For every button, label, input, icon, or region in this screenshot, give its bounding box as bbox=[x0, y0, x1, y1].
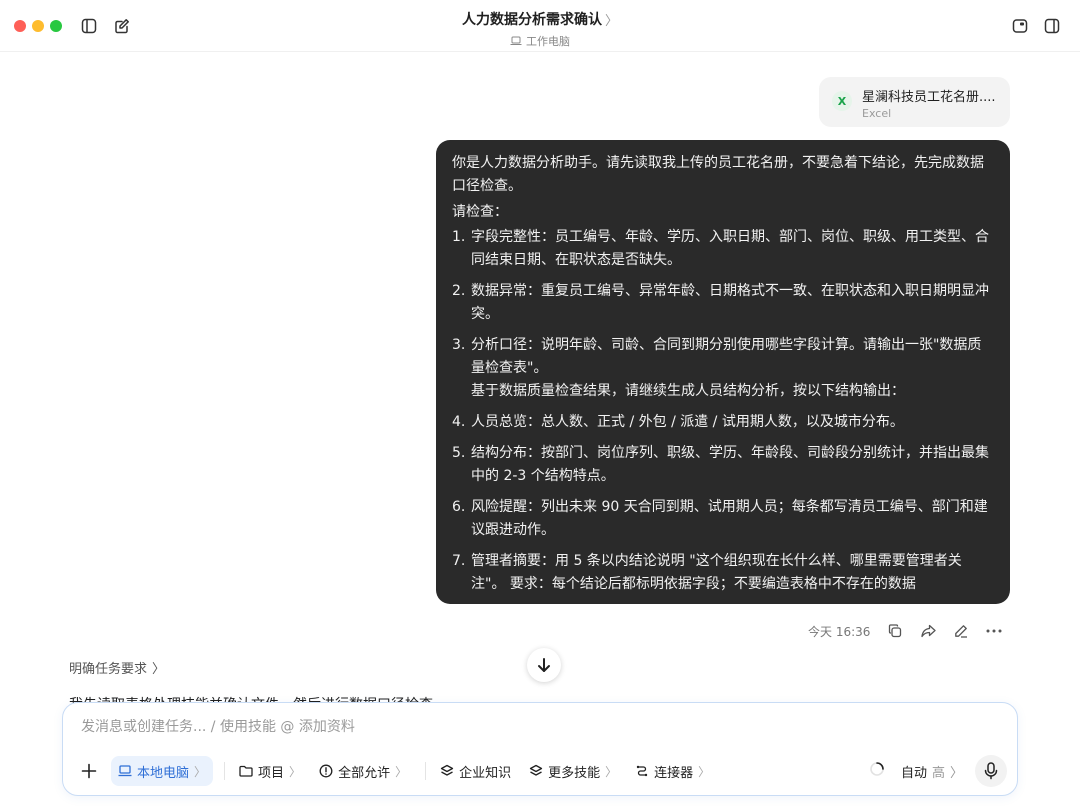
project-chip[interactable]: 项目 〉 bbox=[232, 756, 308, 786]
composer-toolbar: 本地电脑 〉 项目 〉 全部允许 〉 企业知识 更多技能 〉 连接器 〉 bbox=[77, 755, 721, 787]
list-item-number: 4. bbox=[452, 414, 466, 430]
chevron-right-icon: 〉 bbox=[698, 764, 711, 779]
list-item-text: 人员总览：总人数、正式 / 外包 / 派遣 / 试用期人数，以及城市分布。 bbox=[471, 414, 904, 430]
more-options-icon[interactable] bbox=[983, 620, 1005, 642]
microphone-icon bbox=[984, 762, 998, 780]
conversation-title[interactable]: 人力数据分析需求确认 〉 bbox=[462, 9, 618, 29]
composer-right-tools: 自动 高 〉 bbox=[869, 755, 1007, 787]
clarify-task-label: 明确任务要求 bbox=[69, 662, 148, 677]
list-item-number: 7. bbox=[452, 553, 466, 569]
message-check-label: 请检查： bbox=[452, 204, 508, 220]
layers-icon bbox=[529, 764, 543, 776]
title-area: 人力数据分析需求确认 〉 工作电脑 bbox=[0, 9, 1080, 50]
copy-icon[interactable] bbox=[884, 620, 906, 642]
list-item-number: 1. bbox=[452, 229, 466, 245]
chevron-right-icon: 〉 bbox=[604, 13, 618, 29]
list-item-text: 字段完整性：员工编号、年龄、学历、入职日期、部门、岗位、职级、用工类型、合同结束… bbox=[471, 229, 989, 268]
voice-input-button[interactable] bbox=[975, 755, 1007, 787]
list-item-text: 风险提醒：列出未来 90 天合同到期、试用期人员；每条都写清员工编号、部门和建议… bbox=[471, 499, 988, 538]
clarify-task-toggle[interactable]: 明确任务要求 〉 bbox=[69, 658, 165, 677]
mode-level: 高 bbox=[931, 765, 945, 781]
share-icon[interactable] bbox=[917, 620, 939, 642]
arrow-down-icon bbox=[538, 658, 550, 672]
user-message-bubble: 你是人力数据分析助手。请先读取我上传的员工花名册，不要急着下结论，先完成数据口径… bbox=[436, 140, 1010, 604]
message-actions: 今天 16:36 bbox=[808, 620, 1016, 642]
list-item: 1. 字段完整性：员工编号、年龄、学历、入职日期、部门、岗位、职级、用工类型、合… bbox=[452, 226, 994, 272]
workspace-label: 工作电脑 bbox=[510, 33, 570, 49]
message-item-list: 1. 字段完整性：员工编号、年龄、学历、入职日期、部门、岗位、职级、用工类型、合… bbox=[452, 226, 994, 596]
message-intro: 你是人力数据分析助手。请先读取我上传的员工花名册，不要急着下结论，先完成数据口径… bbox=[452, 155, 984, 194]
attachment-filetype: Excel bbox=[862, 107, 892, 120]
list-item-number: 6. bbox=[452, 499, 466, 515]
pip-window-icon[interactable] bbox=[1009, 15, 1031, 37]
conversation-title-text: 人力数据分析需求确认 bbox=[461, 12, 602, 28]
toolbar-divider bbox=[425, 762, 427, 780]
message-composer: 本地电脑 〉 项目 〉 全部允许 〉 企业知识 更多技能 〉 bbox=[62, 702, 1018, 796]
list-item-text: 结构分布：按部门、岗位序列、职级、学历、年龄段、司龄段分别统计，并指出最集中的 … bbox=[471, 445, 989, 484]
laptop-icon bbox=[118, 765, 132, 777]
more-skills-label: 更多技能 bbox=[548, 765, 601, 781]
loading-spinner-icon bbox=[869, 761, 885, 781]
app-window: 人力数据分析需求确认 〉 工作电脑 X 星澜科技员工花名册.... Excel … bbox=[0, 0, 1080, 812]
attachment-filename: 星澜科技员工花名册.... bbox=[862, 90, 996, 105]
message-input[interactable] bbox=[81, 719, 981, 735]
edit-icon[interactable] bbox=[950, 620, 972, 642]
workspace-label-text: 工作电脑 bbox=[526, 35, 570, 48]
list-item: 5. 结构分布：按部门、岗位序列、职级、学历、年龄段、司龄段分别统计，并指出最集… bbox=[452, 442, 994, 488]
list-item: 2. 数据异常：重复员工编号、异常年龄、日期格式不一致、在职状态和入职日期明显冲… bbox=[452, 280, 994, 326]
plus-icon bbox=[81, 763, 97, 779]
list-item-text: 数据异常：重复员工编号、异常年龄、日期格式不一致、在职状态和入职日期明显冲突。 bbox=[471, 283, 989, 322]
chevron-right-icon: 〉 bbox=[605, 764, 618, 779]
add-attachment-button[interactable] bbox=[77, 759, 101, 783]
chevron-right-icon: 〉 bbox=[289, 764, 302, 779]
project-label: 项目 bbox=[258, 765, 285, 781]
list-item: 3. 分析口径：说明年龄、司龄、合同到期分别使用哪些字段计算。请输出一张"数据质… bbox=[452, 334, 994, 403]
enterprise-knowledge-chip[interactable]: 企业知识 bbox=[433, 756, 518, 786]
chevron-right-icon: 〉 bbox=[152, 662, 166, 677]
folder-icon bbox=[239, 765, 253, 777]
list-item-number: 3. bbox=[452, 337, 466, 353]
list-item-number: 5. bbox=[452, 445, 466, 461]
chevron-right-icon: 〉 bbox=[194, 764, 207, 779]
enterprise-knowledge-label: 企业知识 bbox=[459, 765, 512, 781]
attachment-card[interactable]: X 星澜科技员工花名册.... Excel bbox=[819, 77, 1010, 127]
alert-circle-icon bbox=[319, 764, 333, 778]
connector-icon bbox=[636, 765, 648, 777]
right-panel-toggle-icon[interactable] bbox=[1041, 15, 1063, 37]
more-skills-chip[interactable]: 更多技能 〉 bbox=[522, 756, 624, 786]
allow-all-label: 全部允许 bbox=[338, 765, 391, 781]
connectors-label: 连接器 bbox=[654, 765, 694, 781]
message-timestamp: 今天 16:36 bbox=[808, 624, 871, 639]
list-item: 4. 人员总览：总人数、正式 / 外包 / 派遣 / 试用期人数，以及城市分布。 bbox=[452, 411, 994, 434]
local-pc-label: 本地电脑 bbox=[137, 765, 190, 781]
local-pc-chip[interactable]: 本地电脑 〉 bbox=[111, 756, 214, 786]
list-item-text: 分析口径：说明年龄、司龄、合同到期分别使用哪些字段计算。请输出一张"数据质量检查… bbox=[471, 337, 982, 376]
list-item: 6. 风险提醒：列出未来 90 天合同到期、试用期人员；每条都写清员工编号、部门… bbox=[452, 496, 994, 542]
list-item-extra-text: 基于数据质量检查结果，请继续生成人员结构分析，按以下结构输出： bbox=[471, 383, 905, 399]
chevron-right-icon: 〉 bbox=[949, 765, 963, 781]
allow-all-chip[interactable]: 全部允许 〉 bbox=[312, 756, 414, 786]
list-item-number: 2. bbox=[452, 283, 466, 299]
mode-selector[interactable]: 自动 高 〉 bbox=[901, 762, 963, 781]
chevron-right-icon: 〉 bbox=[395, 764, 408, 779]
excel-file-icon: X bbox=[832, 91, 852, 111]
connectors-chip[interactable]: 连接器 〉 bbox=[628, 756, 717, 786]
mode-label: 自动 bbox=[900, 765, 927, 781]
list-item-text: 管理者摘要：用 5 条以内结论说明 "这个组织现在长什么样、哪里需要管理者关注"… bbox=[471, 553, 962, 592]
title-bar: 人力数据分析需求确认 〉 工作电脑 bbox=[0, 0, 1080, 52]
laptop-icon bbox=[510, 36, 522, 45]
scroll-to-bottom-button[interactable] bbox=[527, 648, 561, 682]
toolbar-divider bbox=[224, 762, 226, 780]
layers-icon bbox=[440, 764, 454, 776]
list-item: 7. 管理者摘要：用 5 条以内结论说明 "这个组织现在长什么样、哪里需要管理者… bbox=[452, 550, 994, 596]
